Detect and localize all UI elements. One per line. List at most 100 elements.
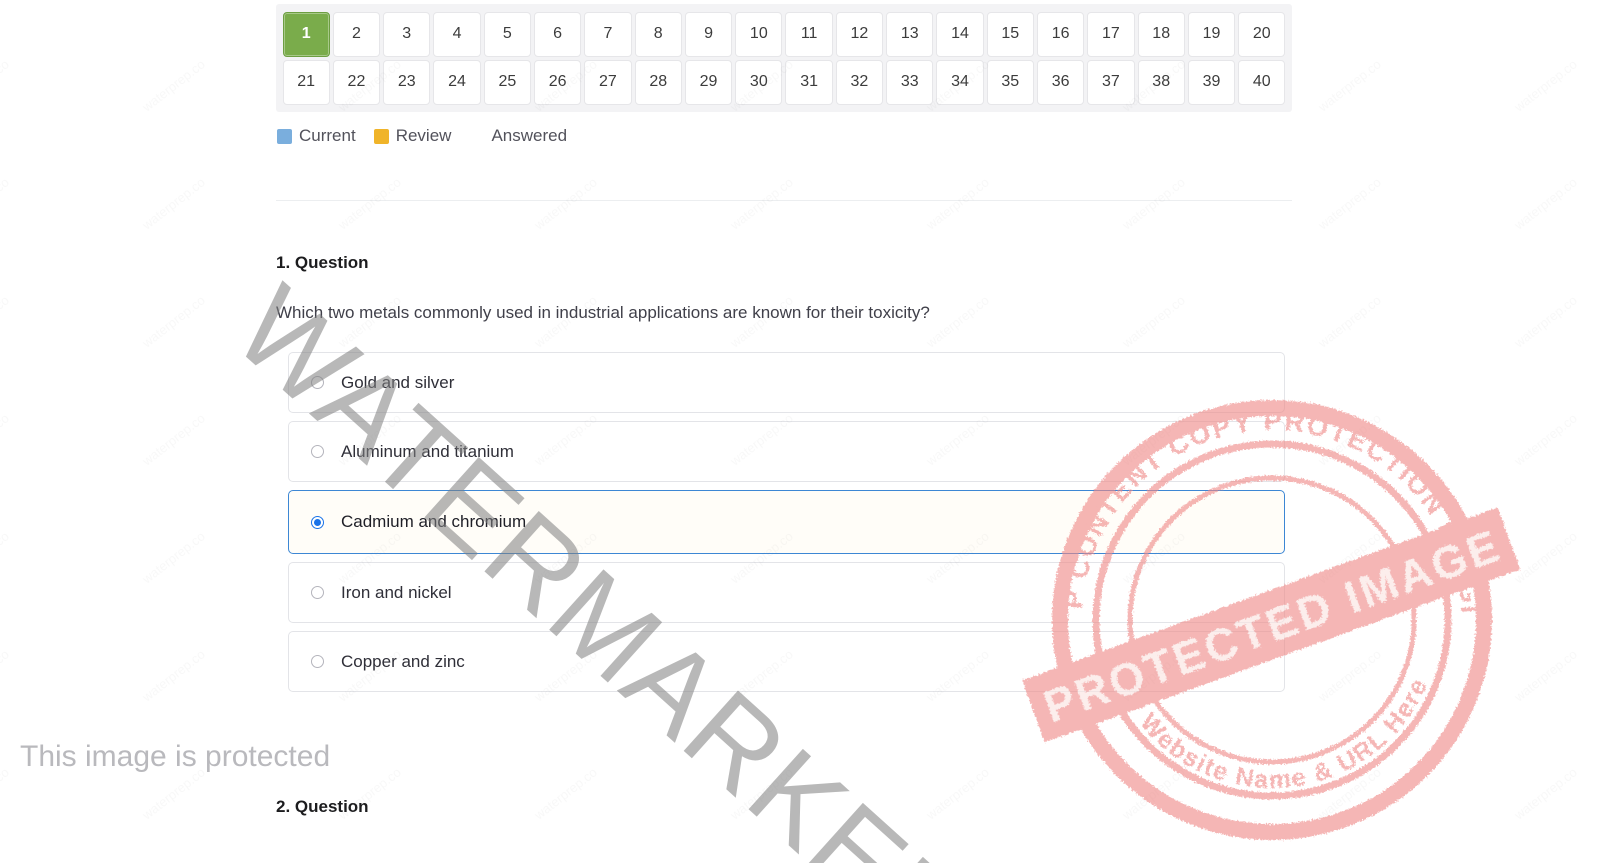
quiz-page: waterprep.co waterprep.co waterprep.co wate… [0,0,1600,863]
question-nav-cell-20[interactable]: 20 [1238,11,1286,57]
question-nav-cell-28[interactable]: 28 [634,59,682,105]
watermark-tile: waterprep.co [923,292,992,351]
legend-item-review: Review [373,126,452,146]
question-nav-cell-22[interactable]: 22 [332,59,381,105]
answer-option-label: Cadmium and chromium [341,512,527,531]
legend-item-answered: Answered [469,126,567,146]
radio-button-icon[interactable] [311,376,324,389]
watermark-tile: waterprep.co [335,174,404,233]
answer-option-label: Gold and silver [341,372,455,392]
status-legend: Current Review Answered [277,126,585,146]
question-nav-cell-39[interactable]: 39 [1187,59,1236,105]
section-divider [276,200,1292,201]
watermark-tile: waterprep.co [139,174,208,233]
question-nav-cell-26[interactable]: 26 [533,59,582,105]
question-nav-cell-40[interactable]: 40 [1238,59,1286,105]
answer-option-label: Copper and zinc [341,651,465,671]
question-nav-cell-36[interactable]: 36 [1036,59,1085,105]
question-nav-cell-27[interactable]: 27 [584,59,632,105]
watermark-tile: waterprep.co [923,764,992,823]
watermark-tile: waterprep.co [0,528,12,587]
legend-swatch-answered [469,129,484,144]
question-nav-cell-32[interactable]: 32 [835,59,884,105]
question-1-text: Which two metals commonly used in indust… [276,303,930,322]
radio-button-icon[interactable] [311,586,324,599]
watermark-tile: waterprep.co [139,646,208,705]
question-nav-cell-24[interactable]: 24 [433,59,481,105]
question-nav-cell-38[interactable]: 38 [1137,59,1185,105]
watermark-tile: waterprep.co [139,528,208,587]
question-nav-row-1: 1 2 3 4 5 6 7 8 9 10 11 12 13 14 15 16 17 18 19 20 [281,10,1287,58]
watermark-tile: waterprep.co [531,174,600,233]
answer-options-list: Gold and silver Aluminum and titanium Cadm… [288,352,1285,700]
answer-option-3[interactable]: Cadmium and chromium [288,490,1285,554]
legend-label: Answered [491,126,568,145]
answer-option-2[interactable]: Aluminum and titanium [288,421,1285,482]
question-nav-cell-13[interactable]: 13 [886,11,934,57]
legend-swatch-review [373,128,389,144]
watermark-tile: waterprep.co [1511,764,1580,823]
question-nav-cell-5[interactable]: 5 [483,11,531,57]
watermark-tile: waterprep.co [0,646,12,705]
watermark-tile: waterprep.co [0,764,12,823]
question-nav-cell-1[interactable]: 1 [282,11,330,57]
question-nav-cell-18[interactable]: 18 [1137,11,1185,57]
question-nav-cell-19[interactable]: 19 [1187,11,1236,57]
watermark-tile: waterprep.co [0,410,12,469]
watermark-tile: waterprep.co [1315,764,1384,823]
answer-option-4[interactable]: Iron and nickel [288,562,1285,623]
watermark-tile: waterprep.co [1315,174,1384,233]
question-nav-cell-16[interactable]: 16 [1036,11,1085,57]
watermark-tile: waterprep.co [0,56,12,115]
question-nav-cell-2[interactable]: 2 [332,11,381,57]
question-nav-cell-7[interactable]: 7 [584,11,632,57]
radio-button-icon[interactable] [311,655,324,668]
watermark-tile: waterprep.co [1315,410,1384,469]
question-nav-cell-9[interactable]: 9 [684,11,733,57]
watermark-tile: waterprep.co [1511,646,1580,705]
question-nav-cell-37[interactable]: 37 [1087,59,1135,105]
radio-button-icon[interactable] [311,445,324,458]
radio-button-icon[interactable] [311,515,324,529]
question-navigation-grid: 1 2 3 4 5 6 7 8 9 10 11 12 13 14 15 16 17 18 19 20 21 22 23 24… [276,4,1292,112]
watermark-tile: waterprep.co [1315,292,1384,351]
question-nav-cell-4[interactable]: 4 [433,11,481,57]
legend-swatch-current [277,128,292,144]
watermark-tile: waterprep.co [727,764,796,823]
legend-item-current: Current [277,126,356,146]
question-2-heading: 2. Question [276,797,369,816]
question-nav-cell-11[interactable]: 11 [785,11,833,57]
watermark-tile: waterprep.co [1119,292,1188,351]
question-nav-cell-10[interactable]: 10 [735,11,783,57]
question-nav-cell-15[interactable]: 15 [986,11,1034,57]
legend-label: Review [395,126,452,145]
question-nav-cell-12[interactable]: 12 [835,11,884,57]
question-nav-cell-35[interactable]: 35 [986,59,1034,105]
question-nav-cell-23[interactable]: 23 [383,59,431,105]
question-nav-cell-34[interactable]: 34 [936,59,984,105]
watermark-tile: waterprep.co [1511,292,1580,351]
question-nav-cell-29[interactable]: 29 [684,59,733,105]
watermark-tile: waterprep.co [923,174,992,233]
watermark-tile: waterprep.co [1511,174,1580,233]
question-nav-cell-14[interactable]: 14 [936,11,984,57]
answer-option-label: Iron and nickel [341,582,452,602]
answer-option-label: Aluminum and titanium [341,441,514,461]
watermark-tile: waterprep.co [1511,528,1580,587]
question-nav-cell-30[interactable]: 30 [735,59,783,105]
answer-option-5[interactable]: Copper and zinc [288,631,1285,692]
watermark-tile: waterprep.co [0,174,12,233]
question-nav-cell-21[interactable]: 21 [282,59,330,105]
question-nav-cell-33[interactable]: 33 [886,59,934,105]
watermark-tile: waterprep.co [531,764,600,823]
question-nav-cell-17[interactable]: 17 [1087,11,1135,57]
question-nav-row-2: 21 22 23 24 25 26 27 28 29 30 31 32 33 34 35 36 37 38 39 40 [281,58,1287,106]
question-nav-cell-8[interactable]: 8 [634,11,682,57]
question-nav-cell-3[interactable]: 3 [383,11,431,57]
question-nav-cell-31[interactable]: 31 [785,59,833,105]
question-nav-cell-25[interactable]: 25 [483,59,531,105]
watermark-tile: waterprep.co [139,56,208,115]
watermark-tile: waterprep.co [0,292,12,351]
answer-option-1[interactable]: Gold and silver [288,352,1285,413]
question-nav-cell-6[interactable]: 6 [533,11,582,57]
